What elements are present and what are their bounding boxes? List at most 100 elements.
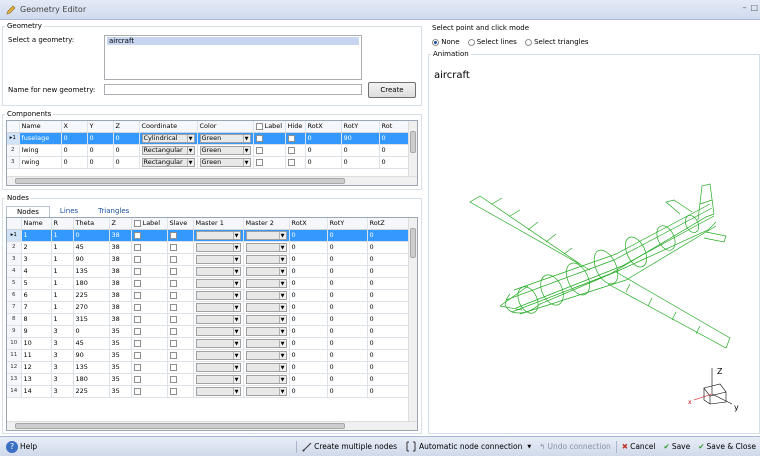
cell-rotx[interactable]: 0 [289,289,328,302]
cell-color[interactable]: Green ▼ [197,144,254,157]
cell-roty[interactable]: 0 [341,156,380,169]
cell-z[interactable]: 0 [113,132,140,145]
table-row[interactable]: 6 6 1 225 38 ▼ ▼ 0 0 0 [7,289,411,302]
label-checkbox[interactable] [133,387,141,395]
cell-rotz[interactable]: 0 [367,253,411,266]
slave-checkbox[interactable] [169,327,177,335]
cell-name[interactable]: 1 [21,229,52,242]
minimize-button[interactable]: – [742,3,746,12]
cell-theta[interactable]: 45 [73,337,110,350]
col-label[interactable]: Label [131,218,168,230]
cell-master1[interactable]: ▼ [193,385,244,398]
cell-name[interactable]: 2 [21,241,52,254]
cell-rotx[interactable]: 0 [289,277,328,290]
cell-rotz[interactable]: 0 [367,337,411,350]
slave-checkbox[interactable] [169,267,177,275]
slave-checkbox[interactable] [169,339,177,347]
cell-rotx[interactable]: 0 [289,265,328,278]
cell-rotz[interactable]: 0 [367,301,411,314]
scroll-thumb[interactable] [15,178,345,184]
cell-roty[interactable]: 0 [327,385,368,398]
cell-roty[interactable]: 0 [327,229,368,242]
cell-name[interactable]: 7 [21,301,52,314]
col-x[interactable]: X [61,121,88,133]
cell-label[interactable] [131,373,168,386]
chevron-down-icon[interactable]: ▼ [278,243,286,251]
row-header[interactable]: 6 [7,289,22,302]
table-row[interactable]: 8 8 1 315 38 ▼ ▼ 0 0 0 [7,313,411,326]
cell-rotz[interactable]: 0 [367,385,411,398]
cell-name[interactable]: 3 [21,253,52,266]
row-header[interactable]: ▸1 [7,132,20,145]
chevron-down-icon[interactable]: ▼ [232,291,240,299]
cell-rotz[interactable]: 0 [367,241,411,254]
table-row[interactable]: 10 10 3 45 35 ▼ ▼ 0 0 0 [7,337,411,350]
col-roty[interactable]: RotY [327,218,368,230]
row-header[interactable]: 4 [7,265,22,278]
cell-name[interactable]: rwing [19,156,62,169]
col-rotz[interactable]: RotZ [367,218,411,230]
cell-rotx[interactable]: 0 [305,132,342,145]
radio-button[interactable] [432,38,439,46]
chevron-down-icon[interactable]: ▼ [232,363,240,371]
cell-roty[interactable]: 0 [327,361,368,374]
row-header[interactable]: 3 [7,253,22,266]
cell-master1[interactable]: ▼ [193,265,244,278]
nodes-vertical-scrollbar[interactable] [408,218,417,421]
label-checkbox[interactable] [133,375,141,383]
label-checkbox[interactable] [133,327,141,335]
chevron-down-icon[interactable]: ▼ [278,279,286,287]
slave-checkbox[interactable] [169,255,177,263]
cell-master2[interactable]: ▼ [243,325,290,338]
cell-master2[interactable]: ▼ [243,373,290,386]
slave-checkbox[interactable] [169,315,177,323]
label-checkbox[interactable] [255,134,263,142]
cell-r[interactable]: 3 [51,361,74,374]
col-color[interactable]: Color [197,121,254,133]
cell-master1[interactable]: ▼ [193,337,244,350]
label-checkbox[interactable] [255,146,263,154]
chevron-down-icon[interactable]: ▼ [527,444,531,450]
col-coordinate[interactable]: Coordinate [139,121,198,133]
col-rotx[interactable]: RotX [305,121,342,133]
cell-z[interactable]: 35 [109,361,132,374]
cell-name[interactable]: 10 [21,337,52,350]
table-row[interactable]: 5 5 1 180 38 ▼ ▼ 0 0 0 [7,277,411,290]
cell-rotx[interactable]: 0 [289,385,328,398]
label-checkbox[interactable] [133,279,141,287]
cell-rotx[interactable]: 0 [289,361,328,374]
cell-roty[interactable]: 0 [327,349,368,362]
cell-y[interactable]: 0 [87,144,114,157]
nodes-horizontal-scrollbar[interactable] [7,421,417,430]
create-button[interactable]: Create [368,82,416,98]
chevron-down-icon[interactable]: ▼ [278,327,286,335]
cell-rotx[interactable]: 0 [289,373,328,386]
table-row[interactable]: 3 rwing 0 0 0 Rectangular ▼ Green ▼ 0 0 0 [7,156,411,169]
chevron-down-icon[interactable]: ▼ [232,267,240,275]
chevron-down-icon[interactable]: ▼ [278,339,286,347]
col-master2[interactable]: Master 2 [243,218,290,230]
cell-r[interactable]: 1 [51,313,74,326]
chevron-down-icon[interactable]: ▼ [278,267,286,275]
table-row[interactable]: 9 9 3 0 35 ▼ ▼ 0 0 0 [7,325,411,338]
table-row[interactable]: 4 4 1 135 38 ▼ ▼ 0 0 0 [7,265,411,278]
cell-rotx[interactable]: 0 [289,337,328,350]
cell-theta[interactable]: 45 [73,241,110,254]
col-slave[interactable]: Slave [167,218,194,230]
cell-coordinate[interactable]: Rectangular ▼ [139,156,198,169]
col-label[interactable]: Label [253,121,286,133]
col-theta[interactable]: Theta [73,218,110,230]
chevron-down-icon[interactable]: ▼ [278,351,286,359]
cell-rotz[interactable]: 0 [367,277,411,290]
table-row[interactable]: 11 11 3 90 35 ▼ ▼ 0 0 0 [7,349,411,362]
label-checkbox[interactable] [133,315,141,323]
cell-z[interactable]: 35 [109,373,132,386]
chevron-down-icon[interactable]: ▼ [232,327,240,335]
cell-r[interactable]: 1 [51,265,74,278]
cell-roty[interactable]: 0 [327,313,368,326]
label-checkbox[interactable] [133,255,141,263]
cell-z[interactable]: 38 [109,289,132,302]
cell-slave[interactable] [167,289,194,302]
scroll-thumb[interactable] [15,423,345,429]
radio-button[interactable] [524,38,532,46]
